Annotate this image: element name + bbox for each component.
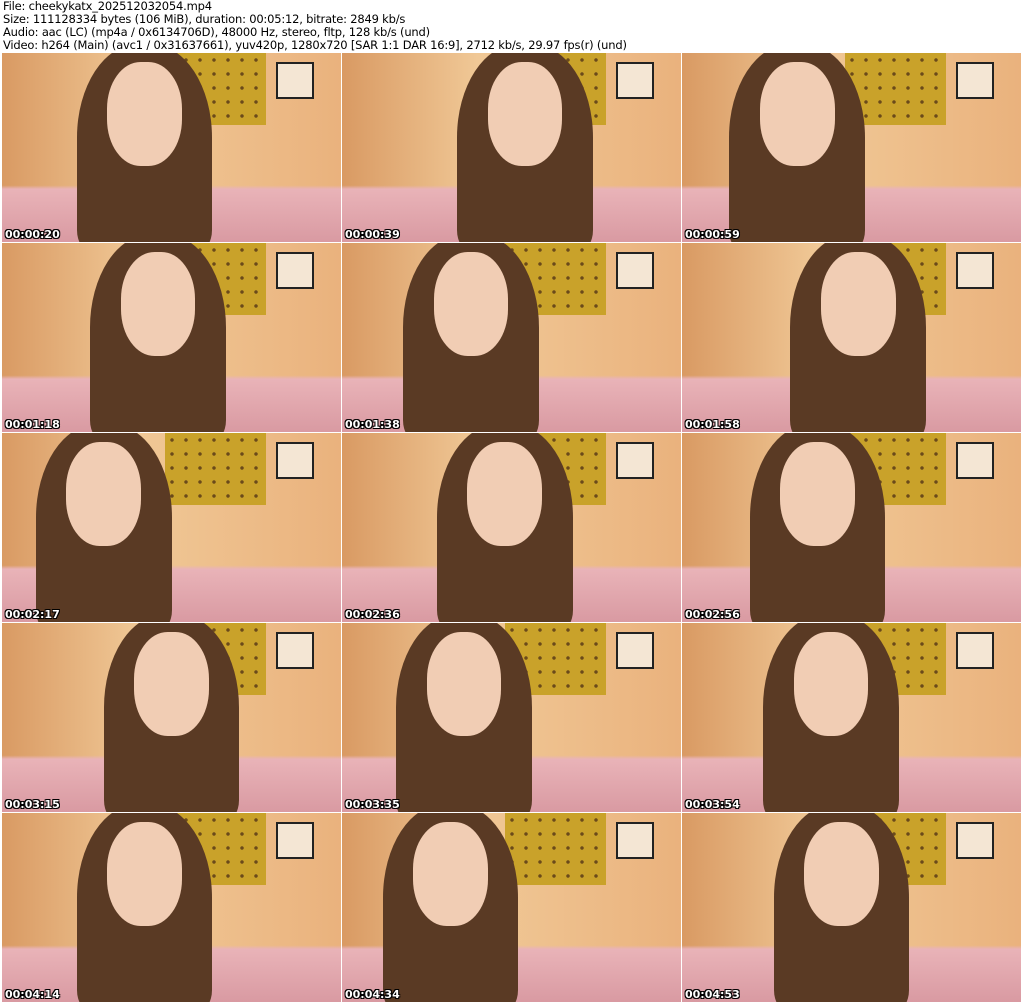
person-face [793, 632, 869, 737]
person-face [804, 822, 879, 927]
thumbnail-timestamp: 00:03:54 [685, 798, 740, 811]
wall-frame [956, 632, 994, 669]
person-face [134, 632, 209, 737]
thumbnail-timestamp: 00:04:14 [5, 988, 60, 1001]
person-face [426, 632, 502, 737]
wall-frame [276, 822, 314, 859]
video-thumbnail: 00:02:17 [2, 433, 341, 622]
person-face [780, 442, 855, 547]
person-face [820, 252, 896, 357]
poster-decor [504, 813, 607, 885]
wall-frame [616, 822, 654, 859]
thumbnail-timestamp: 00:00:59 [685, 228, 740, 241]
wall-frame [956, 822, 994, 859]
thumbnail-timestamp: 00:04:34 [345, 988, 400, 1001]
poster-decor [164, 433, 267, 505]
person-face [107, 822, 182, 927]
thumbnail-timestamp: 00:02:17 [5, 608, 60, 621]
wall-frame [956, 442, 994, 479]
thumbnail-grid: 00:00:20 00:00:39 00:00:59 00:01:18 00:01:38… [2, 53, 1023, 1002]
video-thumbnail: 00:00:39 [342, 53, 681, 242]
thumbnail-timestamp: 00:02:36 [345, 608, 400, 621]
thumbnail-timestamp: 00:03:35 [345, 798, 400, 811]
wall-frame [276, 252, 314, 289]
person-face [120, 252, 196, 357]
video-thumbnail: 00:01:18 [2, 243, 341, 432]
person-face [107, 62, 182, 167]
video-thumbnail: 00:01:38 [342, 243, 681, 432]
video-thumbnail: 00:00:20 [2, 53, 341, 242]
file-info-header: File: cheekykatx_202512032054.mp4 Size: … [3, 0, 627, 52]
person-face [759, 62, 835, 167]
wall-frame [616, 632, 654, 669]
thumbnail-timestamp: 00:01:38 [345, 418, 400, 431]
wall-frame [616, 442, 654, 479]
video-thumbnail: 00:03:35 [342, 623, 681, 812]
person-face [467, 442, 542, 547]
video-thumbnail: 00:01:58 [682, 243, 1021, 432]
video-thumbnail: 00:03:54 [682, 623, 1021, 812]
video-thumbnail: 00:03:15 [2, 623, 341, 812]
thumbnail-timestamp: 00:01:58 [685, 418, 740, 431]
thumbnail-timestamp: 00:00:20 [5, 228, 60, 241]
thumbnail-timestamp: 00:04:53 [685, 988, 740, 1001]
person-face [413, 822, 488, 927]
person-face [433, 252, 509, 357]
video-thumbnail: 00:04:14 [2, 813, 341, 1002]
person-face [66, 442, 141, 547]
wall-frame [276, 62, 314, 99]
wall-frame [616, 252, 654, 289]
wall-frame [616, 62, 654, 99]
wall-frame [956, 62, 994, 99]
video-info: Video: h264 (Main) (avc1 / 0x31637661), … [3, 38, 627, 52]
video-thumbnail: 00:04:53 [682, 813, 1021, 1002]
video-thumbnail: 00:04:34 [342, 813, 681, 1002]
thumbnail-timestamp: 00:03:15 [5, 798, 60, 811]
thumbnail-timestamp: 00:02:56 [685, 608, 740, 621]
wall-frame [276, 442, 314, 479]
thumbnail-timestamp: 00:00:39 [345, 228, 400, 241]
video-thumbnail: 00:02:36 [342, 433, 681, 622]
video-thumbnail: 00:00:59 [682, 53, 1021, 242]
wall-frame [956, 252, 994, 289]
video-thumbnail: 00:02:56 [682, 433, 1021, 622]
wall-frame [276, 632, 314, 669]
thumbnail-timestamp: 00:01:18 [5, 418, 60, 431]
person-face [487, 62, 563, 167]
